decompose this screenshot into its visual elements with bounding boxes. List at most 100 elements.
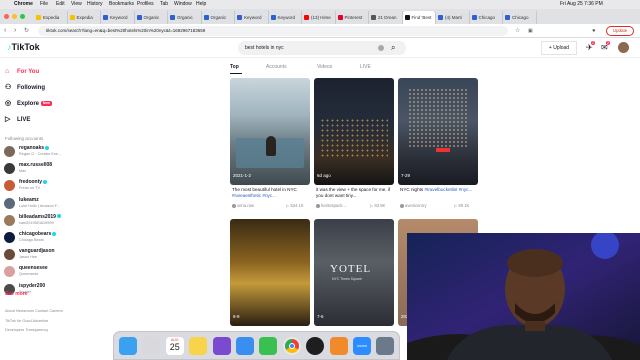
tab-live[interactable]: LIVE [360,64,371,70]
following-account-item[interactable]: chicagobears Chicago Bears [4,230,92,246]
tab-favicon-icon [270,15,276,20]
browser-tab[interactable]: Find 'Best [402,11,436,24]
profile-icon[interactable]: ● [592,26,596,36]
browser-tab[interactable]: Keyword [235,11,269,24]
dock-preview-icon[interactable] [376,337,395,355]
video-card[interactable]: 6d ago it was the view + the space for me… [314,78,394,218]
tiktok-logo[interactable]: ♪TikTok [7,42,40,52]
video-date-label: 8-9 [233,314,240,319]
browser-tab[interactable]: Pinterest [336,11,369,24]
footer-links-1[interactable]: About Newsroom Contact Careers [5,309,63,313]
following-account-item[interactable]: lukeamz Luke Holtz | Amazon F... [4,196,92,212]
bookmark-star-icon[interactable]: ☆ [515,26,520,36]
video-author[interactable]: heritospack... [316,203,346,208]
video-author[interactable]: avenicerory [400,203,427,208]
video-thumbnail[interactable]: YOTEL NYC Times Square 7-6 [314,219,394,326]
dock-zoom-icon[interactable]: zoom [353,337,371,355]
upload-button[interactable]: + Upload [541,41,577,55]
nav-following[interactable]: ⚇ Following [5,82,45,94]
dock-finder-icon[interactable] [119,337,137,355]
update-button[interactable]: Update [606,26,634,36]
menu-edit[interactable]: Edit [56,0,65,9]
browser-tab[interactable]: Chicago [470,11,503,24]
tab-favicon-icon [371,15,376,20]
following-account-item[interactable]: vanguardjason Jason Hee [4,247,92,263]
menu-history[interactable]: History [87,0,103,9]
menubar-clock[interactable]: Fri Aug 25 7:36 PM [560,0,603,9]
video-hashtags[interactable]: #travelbucketlist #nyc... [425,187,473,192]
search-input[interactable]: best hotels in nyc ⌕ [238,41,406,55]
tab-title: Organic [143,15,160,20]
dock-pencil-icon[interactable] [329,337,348,355]
forward-icon[interactable]: › [14,26,16,36]
dock-messages-icon[interactable] [259,337,278,355]
video-card[interactable]: 7-29 NYC nights #travelbucketlist #nyc...… [398,78,478,218]
user-avatar[interactable] [618,42,629,53]
close-window-icon[interactable] [4,14,9,19]
dock-mail-icon[interactable] [236,337,254,355]
following-account-item[interactable]: billeadams2019 cam2019DEAD5999 [4,213,92,229]
dock-launchpad-icon[interactable] [142,337,161,355]
dock-chrome-icon[interactable] [282,337,301,355]
dock-obs-icon[interactable] [306,337,325,355]
reload-icon[interactable]: ↻ [24,26,29,36]
menu-app-name[interactable]: Chrome [14,0,33,9]
video-caption[interactable]: NYC nights #travelbucketlist #nyc... [400,187,478,193]
dock-affinity-icon[interactable] [212,337,231,355]
nav-live[interactable]: ▷ LIVE [5,114,30,126]
following-account-item[interactable]: reganoaks Regan O · Creator Ess... [4,144,92,160]
nav-for-you[interactable]: ⌂ For You [5,66,39,78]
browser-tab[interactable]: Chicago [503,11,537,24]
tab-title: Keyword [110,15,128,20]
menu-bookmarks[interactable]: Bookmarks [109,0,134,9]
browser-tab[interactable]: (4) Marti [436,11,470,24]
browser-tab[interactable]: Expedia [68,11,101,24]
address-bar[interactable]: tiktok.com/search?lang=en&q=best%20hotel… [38,26,508,36]
menu-profiles[interactable]: Profiles [137,0,154,9]
browser-tab[interactable]: Organic [202,11,235,24]
browser-toolbar: ‹ › ↻ tiktok.com/search?lang=en&q=best%2… [0,24,640,38]
minimize-window-icon[interactable] [12,14,17,19]
video-thumbnail[interactable]: 8-9 [230,219,310,326]
menu-file[interactable]: File [40,0,48,9]
menu-help[interactable]: Help [196,0,206,9]
tab-accounts[interactable]: Accounts [266,64,287,70]
see-more-link[interactable]: See more [5,291,28,297]
menu-window[interactable]: Window [174,0,192,9]
zoom-window-icon[interactable] [20,14,25,19]
clear-search-icon[interactable] [378,45,384,51]
tab-videos[interactable]: Videos [317,64,332,70]
nav-explore[interactable]: ◎ Explore New [5,98,52,110]
extension-icon[interactable]: ▣ [528,26,533,36]
browser-tab[interactable]: Keyword [269,11,302,24]
browser-tab[interactable]: (13) Hime [302,11,336,24]
video-thumbnail[interactable]: 7-29 [398,78,478,185]
back-icon[interactable]: ‹ [4,26,6,36]
browser-tab[interactable]: Organic [135,11,168,24]
video-thumbnail[interactable]: 6d ago [314,78,394,185]
dock-calendar-icon[interactable]: AUG 25 [165,337,184,355]
menu-view[interactable]: View [71,0,82,9]
following-account-item[interactable]: queensesee Queensese [4,264,92,280]
live-icon: ▷ [5,116,11,123]
following-account-item[interactable]: max.russell08 Max [4,161,92,177]
browser-tab[interactable]: Organic [168,11,202,24]
footer-links-3[interactable]: Developers Transparency [5,328,48,332]
video-caption[interactable]: The most beautiful hotel in NYC #rareaes… [232,187,310,199]
menu-tab[interactable]: Tab [160,0,168,9]
video-caption[interactable]: it was the view + the space for me. if y… [316,187,394,199]
dock-notes-icon[interactable] [189,337,208,355]
footer-links-2[interactable]: TikTok for Good Advertise [5,319,48,323]
video-author[interactable]: xena.raw [232,203,254,208]
tab-favicon-icon [203,15,209,20]
search-icon[interactable]: ⌕ [391,41,395,55]
browser-tab[interactable]: 21 Drean [369,11,403,24]
following-account-item[interactable]: fredoonty Fredo on TV [4,178,92,194]
video-card[interactable]: 2021-1-2 The most beautiful hotel in NYC … [230,78,310,218]
browser-tab[interactable]: Expedia [34,11,68,24]
tab-top[interactable]: Top [230,64,239,70]
video-hashtags[interactable]: #rareaesthetic #nyc... [232,193,276,198]
account-display-name: Queensese [19,272,39,277]
video-thumbnail[interactable]: 2021-1-2 [230,78,310,185]
browser-tab[interactable]: Keyword [101,11,135,24]
